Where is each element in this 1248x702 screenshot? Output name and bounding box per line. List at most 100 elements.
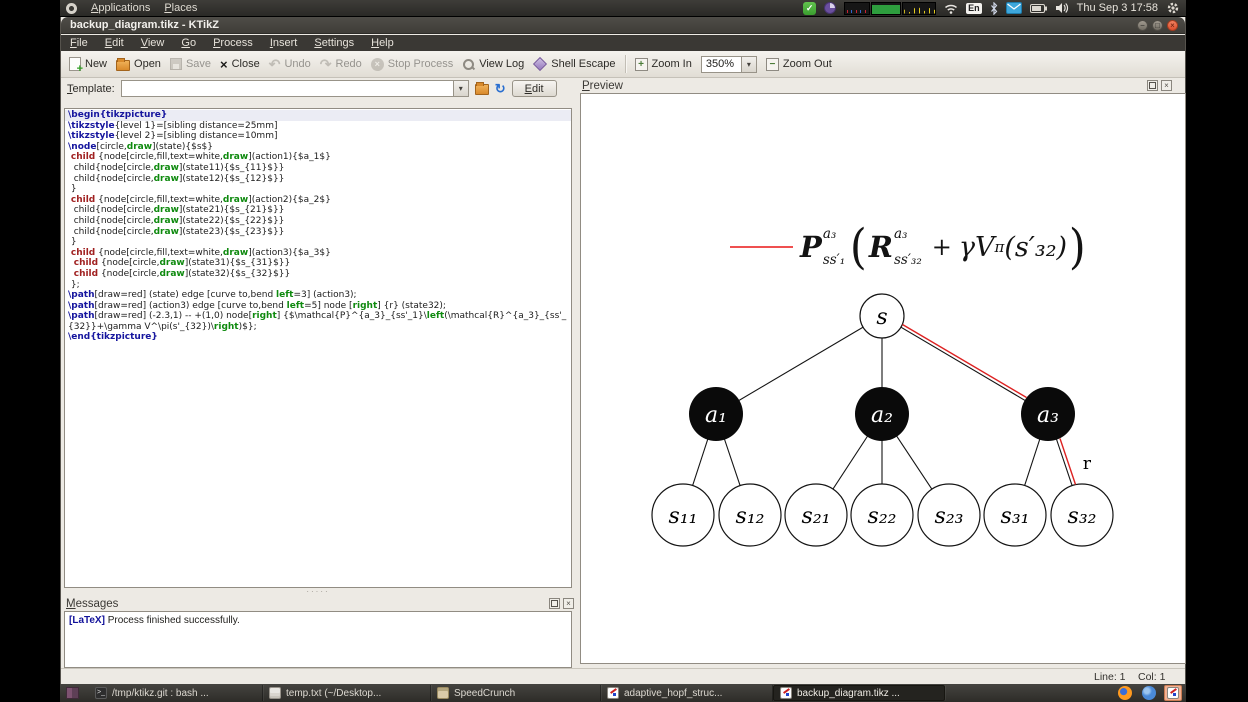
code-line[interactable]: \tikzstyle{level 2}=[sibling distance=10… <box>65 131 571 142</box>
template-bar: Template: ▾ ↻ Edit <box>61 78 573 99</box>
code-line[interactable]: child{node[circle,draw](state22){$s_{22}… <box>65 216 571 227</box>
code-line[interactable]: child {node[circle,fill,text=white,draw]… <box>65 195 571 206</box>
status-bar: Line: 1 Col: 1 <box>61 668 1185 684</box>
firefox-launcher[interactable] <box>1116 685 1134 701</box>
bluetooth-icon[interactable] <box>990 1 998 15</box>
blue-app-launcher[interactable] <box>1140 685 1158 701</box>
taskbar-item-backup-diagram[interactable]: backup_diagram.tikz ... <box>773 685 945 701</box>
zoom-level-combobox[interactable]: 350% ▾ <box>700 55 757 73</box>
messages-close-icon[interactable]: × <box>563 598 574 609</box>
maximize-button[interactable]: □ <box>1152 19 1163 31</box>
menu-process[interactable]: Process <box>213 37 253 49</box>
taskbar-item-tempfile[interactable]: temp.txt (~/Desktop... <box>263 685 431 701</box>
update-ok-icon[interactable]: ✓ <box>803 1 817 15</box>
titlebar[interactable]: backup_diagram.tikz - KTikZ − □ × <box>61 17 1185 34</box>
places-menu[interactable]: Places <box>164 2 197 14</box>
code-line[interactable]: child{node[circle,draw](state12){$s_{12}… <box>65 174 571 185</box>
code-line[interactable]: child {node[circle,fill,text=white,draw]… <box>65 152 571 163</box>
zoom-dropdown-arrow-icon[interactable]: ▾ <box>740 56 756 72</box>
ktikz-launcher-active[interactable] <box>1164 685 1182 701</box>
menu-insert[interactable]: Insert <box>270 37 298 49</box>
menu-file[interactable]: File <box>70 37 88 49</box>
wifi-icon[interactable] <box>944 3 958 14</box>
new-button[interactable]: + New <box>69 57 107 75</box>
messages-float-icon[interactable] <box>549 598 560 609</box>
template-browse-button[interactable] <box>474 82 489 95</box>
taskbar-item-speedcrunch[interactable]: SpeedCrunch <box>431 685 601 701</box>
code-line[interactable]: child {node[circle,draw](state31){$s_{31… <box>65 258 571 269</box>
code-line[interactable]: \path[draw=red] (action3) edge [curve to… <box>65 301 571 312</box>
close-file-button[interactable]: × Close <box>220 58 260 71</box>
code-line[interactable]: \end{tikzpicture} <box>65 332 571 343</box>
code-line[interactable]: \tikzstyle{level 1}=[sibling distance=25… <box>65 121 571 132</box>
redo-button[interactable]: ↷ Redo <box>319 55 362 72</box>
label-a2: a₂ <box>871 403 893 428</box>
r-subscript: ss′₃₂ <box>894 251 922 268</box>
bellman-formula: P a₃ ss′₁ ( R a₃ ss′₃₂ + γV π (s′₃₂) ) <box>800 220 1088 274</box>
code-line[interactable]: \path[draw=red] (state) edge [curve to,b… <box>65 290 571 301</box>
distributor-logo-icon[interactable] <box>66 2 77 14</box>
script-p: P <box>800 230 822 264</box>
preview-close-icon[interactable]: × <box>1161 80 1172 91</box>
code-line[interactable]: \path[draw=red] (-2.3,1) -- +(1,0) node[… <box>65 311 571 332</box>
session-gear-icon[interactable] <box>1166 1 1180 15</box>
save-button[interactable]: Save <box>169 58 211 70</box>
taskbar-item-adaptive-hopf[interactable]: adaptive_hopf_struc... <box>601 685 773 701</box>
messages-panel[interactable]: [LaTeX] Process finished successfully. <box>64 611 572 668</box>
zoom-in-button[interactable]: + Zoom In <box>634 57 692 71</box>
p-superscript: a₃ <box>822 226 837 242</box>
state-argument: (s′₃₂) <box>1004 231 1068 263</box>
volume-icon[interactable] <box>1055 2 1069 14</box>
taskbar-item-bash[interactable]: >_ /tmp/ktikz.git : bash ... <box>89 685 263 701</box>
firefox-icon <box>1118 686 1132 700</box>
undo-button[interactable]: ↶ Undo <box>269 57 311 71</box>
code-line[interactable]: } <box>65 184 571 195</box>
code-line[interactable]: child {node[circle,draw](state32){$s_{32… <box>65 269 571 280</box>
cpu-graph-icon <box>844 1 871 15</box>
code-editor[interactable]: \begin{tikzpicture} \tikzstyle{level 1}=[… <box>64 108 572 588</box>
panel-clock[interactable]: Thu Sep 3 17:58 <box>1077 2 1158 14</box>
code-line[interactable]: \begin{tikzpicture} <box>65 110 571 121</box>
code-line[interactable]: child{node[circle,draw](state11){$s_{11}… <box>65 163 571 174</box>
plus-sign: + <box>931 233 952 261</box>
menu-go[interactable]: Go <box>181 37 196 49</box>
backup-diagram-svg: s a₁ a₂ a₃ s₁₁ s₁₂ s₂₁ s₂₂ s₂₃ s₃₁ s₃₂ r <box>651 293 1114 547</box>
text-editor-icon <box>269 687 281 699</box>
shell-escape-button[interactable]: Shell Escape <box>533 56 616 72</box>
menu-view[interactable]: View <box>141 37 165 49</box>
code-line[interactable]: child{node[circle,draw](state21){$s_{21}… <box>65 205 571 216</box>
minimize-button[interactable]: − <box>1137 19 1148 31</box>
time-tracker-icon[interactable] <box>824 2 837 14</box>
template-dropdown-arrow-icon[interactable]: ▾ <box>452 81 468 96</box>
keyboard-layout-indicator[interactable]: En <box>966 2 982 14</box>
code-line[interactable]: \node[circle,draw](state){$s$} <box>65 142 571 153</box>
zoom-out-icon: − <box>765 57 779 71</box>
view-log-button[interactable]: View Log <box>462 58 524 71</box>
open-button[interactable]: Open <box>116 57 161 71</box>
preview-float-icon[interactable] <box>1147 80 1158 91</box>
mail-icon[interactable] <box>1005 2 1022 14</box>
menu-settings[interactable]: Settings <box>314 37 354 49</box>
template-edit-button[interactable]: Edit <box>511 80 557 97</box>
template-combobox[interactable]: ▾ <box>120 80 469 97</box>
zoom-out-button[interactable]: − Zoom Out <box>765 57 832 71</box>
code-line[interactable]: }; <box>65 280 571 291</box>
code-line[interactable]: child{node[circle,draw](state23){$s_{23}… <box>65 227 571 238</box>
memory-graph-icon <box>871 1 902 15</box>
workspace-switcher[interactable] <box>66 687 79 699</box>
preview-pane[interactable]: P a₃ ss′₁ ( R a₃ ss′₃₂ + γV π (s′₃₂) ) s… <box>580 93 1186 664</box>
battery-icon[interactable] <box>1029 3 1047 13</box>
editor-messages-splitter[interactable]: ····· <box>64 588 572 596</box>
stop-process-button[interactable]: × Stop Process <box>370 57 453 71</box>
code-line[interactable]: child {node[circle,fill,text=white,draw]… <box>65 248 571 259</box>
menubar: File Edit View Go Process Insert Setting… <box>61 35 1185 51</box>
redo-icon: ↷ <box>319 55 332 72</box>
stop-process-icon: × <box>370 57 384 71</box>
system-monitor-applet[interactable] <box>844 1 937 15</box>
code-line[interactable]: } <box>65 237 571 248</box>
applications-menu[interactable]: Applications <box>91 2 150 14</box>
template-reload-button[interactable]: ↻ <box>495 82 506 95</box>
menu-edit[interactable]: Edit <box>105 37 124 49</box>
close-button[interactable]: × <box>1167 19 1178 31</box>
menu-help[interactable]: Help <box>371 37 394 49</box>
